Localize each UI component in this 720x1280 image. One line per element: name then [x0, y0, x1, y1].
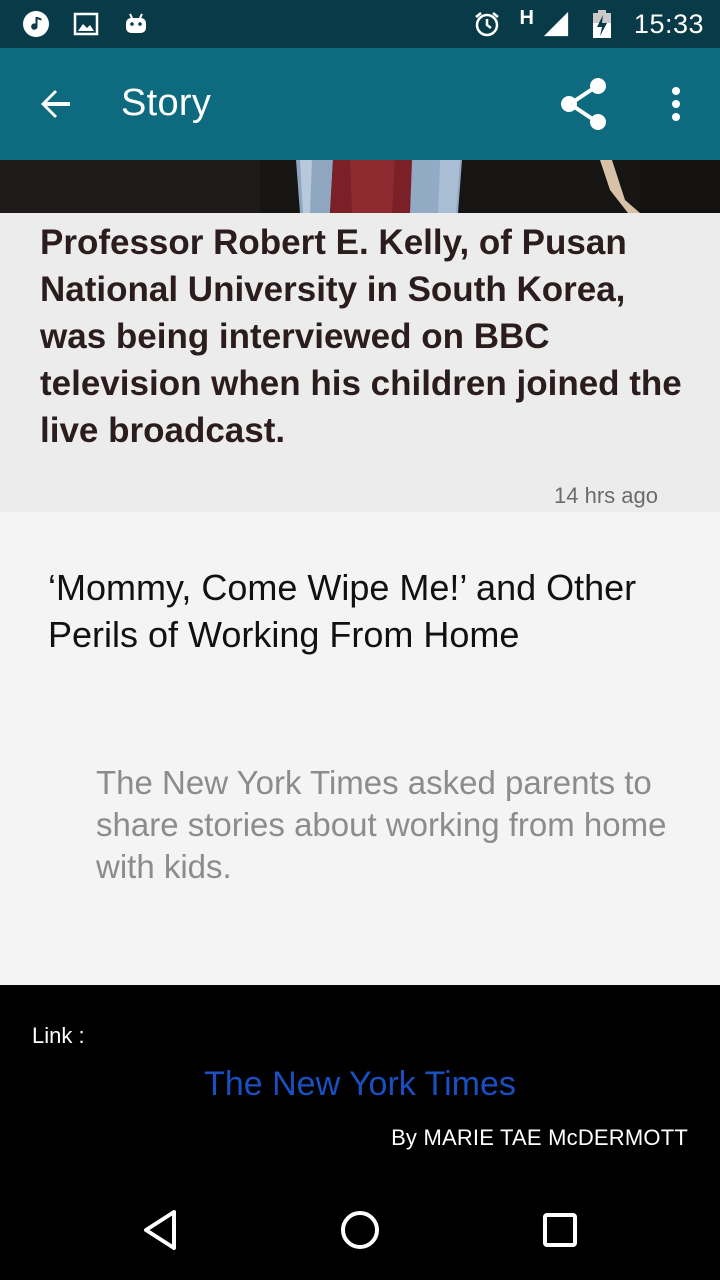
nav-back-button[interactable]	[130, 1200, 190, 1260]
story-headline: ‘Mommy, Come Wipe Me!’ and Other Perils …	[48, 567, 637, 655]
source-link[interactable]: The New York Times	[0, 1065, 720, 1104]
nav-back-icon	[144, 1210, 176, 1250]
more-vert-icon	[672, 87, 680, 121]
alarm-icon	[473, 10, 501, 38]
arrow-back-icon	[41, 90, 70, 118]
nav-recents-button[interactable]	[530, 1200, 590, 1260]
nav-recents-icon	[543, 1213, 577, 1247]
network-type: H	[519, 6, 534, 29]
battery-charging-icon	[588, 10, 616, 38]
back-button[interactable]	[28, 76, 84, 132]
clock: 15:33	[633, 8, 704, 39]
image-icon	[72, 10, 100, 38]
signal-icon	[542, 10, 570, 38]
share-icon	[561, 78, 606, 130]
page-title: Story	[121, 82, 212, 124]
nav-home-button[interactable]	[330, 1200, 390, 1260]
android-icon	[122, 10, 150, 38]
nav-home-icon	[341, 1211, 379, 1249]
image-caption-block: Professor Robert E. Kelly, of Pusan Nati…	[0, 213, 720, 512]
story-image	[0, 160, 720, 213]
story-screen: H 15:33 Story Professor Robert E. Kelly,…	[0, 0, 720, 1280]
more-options-button[interactable]	[650, 72, 702, 136]
system-status: H 15:33	[473, 0, 704, 48]
link-label: Link :	[32, 1023, 85, 1048]
notification-icons	[22, 0, 150, 48]
image-caption: Professor Robert E. Kelly, of Pusan Nati…	[40, 223, 682, 450]
byline: By MARIE TAE McDERMOTT	[391, 1125, 688, 1150]
story-summary: The New York Times asked parents to shar…	[96, 764, 667, 885]
timestamp: 14 hrs ago	[554, 483, 658, 508]
share-button[interactable]	[552, 72, 616, 136]
music-note-icon	[22, 10, 50, 38]
story-content: ‘Mommy, Come Wipe Me!’ and Other Perils …	[0, 512, 720, 985]
source-footer: Link : The New York Times By MARIE TAE M…	[0, 985, 720, 1170]
navigation-bar	[0, 1170, 720, 1280]
app-bar: Story	[0, 48, 720, 160]
status-bar: H 15:33	[0, 0, 720, 48]
